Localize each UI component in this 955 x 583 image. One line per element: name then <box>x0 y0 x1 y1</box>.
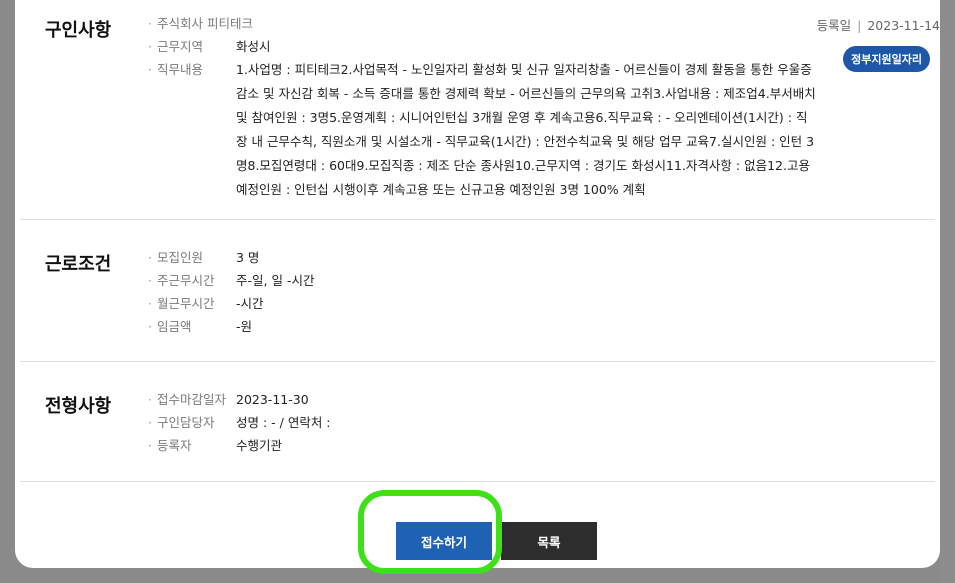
conditions-section: 근로조건 모집인원 3 명 주근무시간 주-일, 일 -시간 월근무시간 -시간… <box>20 220 935 362</box>
region-value: 화성시 <box>236 39 271 54</box>
page-edge <box>940 0 955 583</box>
recruit-title: 구인사항 <box>45 20 112 41</box>
condition-row: 임금액 -원 <box>148 315 252 338</box>
duty-label: 직무내용 <box>148 58 236 202</box>
screening-row: 등록자 수행기관 <box>148 434 282 457</box>
screening-value: 수행기관 <box>236 438 283 453</box>
screening-row: 접수마감일자 2023-11-30 <box>148 388 309 411</box>
conditions-title: 근로조건 <box>45 254 112 275</box>
screening-label: 구인담당자 <box>148 411 236 434</box>
region-row: 근무지역 화성시 <box>148 35 271 58</box>
job-detail-card: 등록일|2023-11-14 정부지원일자리 구인사항 주식회사 피티테크 근무… <box>15 0 940 568</box>
condition-label: 모집인원 <box>148 246 236 269</box>
condition-value: 주-일, 일 -시간 <box>236 273 315 288</box>
screening-label: 등록자 <box>148 434 236 457</box>
condition-label: 임금액 <box>148 315 236 338</box>
company-name: 주식회사 피티테크 <box>148 12 253 35</box>
condition-value: 3 명 <box>236 250 260 265</box>
condition-value: -시간 <box>236 296 264 311</box>
screening-value: 성명 : - / 연락처 : <box>236 415 331 430</box>
recruit-section: 구인사항 주식회사 피티테크 근무지역 화성시 직무내용 1.사업명 : 피티테… <box>20 0 935 220</box>
screening-value: 2023-11-30 <box>236 392 309 407</box>
apply-button[interactable]: 접수하기 <box>396 522 492 560</box>
screening-label: 접수마감일자 <box>148 388 236 411</box>
company-row: 주식회사 피티테크 <box>148 12 253 35</box>
duty-value: 1.사업명 : 피티테크2.사업목적 - 노인일자리 활성화 및 신규 일자리창… <box>236 62 816 197</box>
condition-row: 월근무시간 -시간 <box>148 292 264 315</box>
condition-value: -원 <box>236 319 253 334</box>
region-label: 근무지역 <box>148 35 236 58</box>
list-button[interactable]: 목록 <box>501 522 597 560</box>
screening-row: 구인담당자 성명 : - / 연락처 : <box>148 411 331 434</box>
condition-row: 주근무시간 주-일, 일 -시간 <box>148 269 314 292</box>
screening-title: 전형사항 <box>45 396 112 417</box>
screening-section: 전형사항 접수마감일자 2023-11-30 구인담당자 성명 : - / 연락… <box>20 362 935 482</box>
condition-label: 월근무시간 <box>148 292 236 315</box>
duty-row: 직무내용 1.사업명 : 피티테크2.사업목적 - 노인일자리 활성화 및 신규… <box>148 58 816 202</box>
condition-row: 모집인원 3 명 <box>148 246 259 269</box>
condition-label: 주근무시간 <box>148 269 236 292</box>
